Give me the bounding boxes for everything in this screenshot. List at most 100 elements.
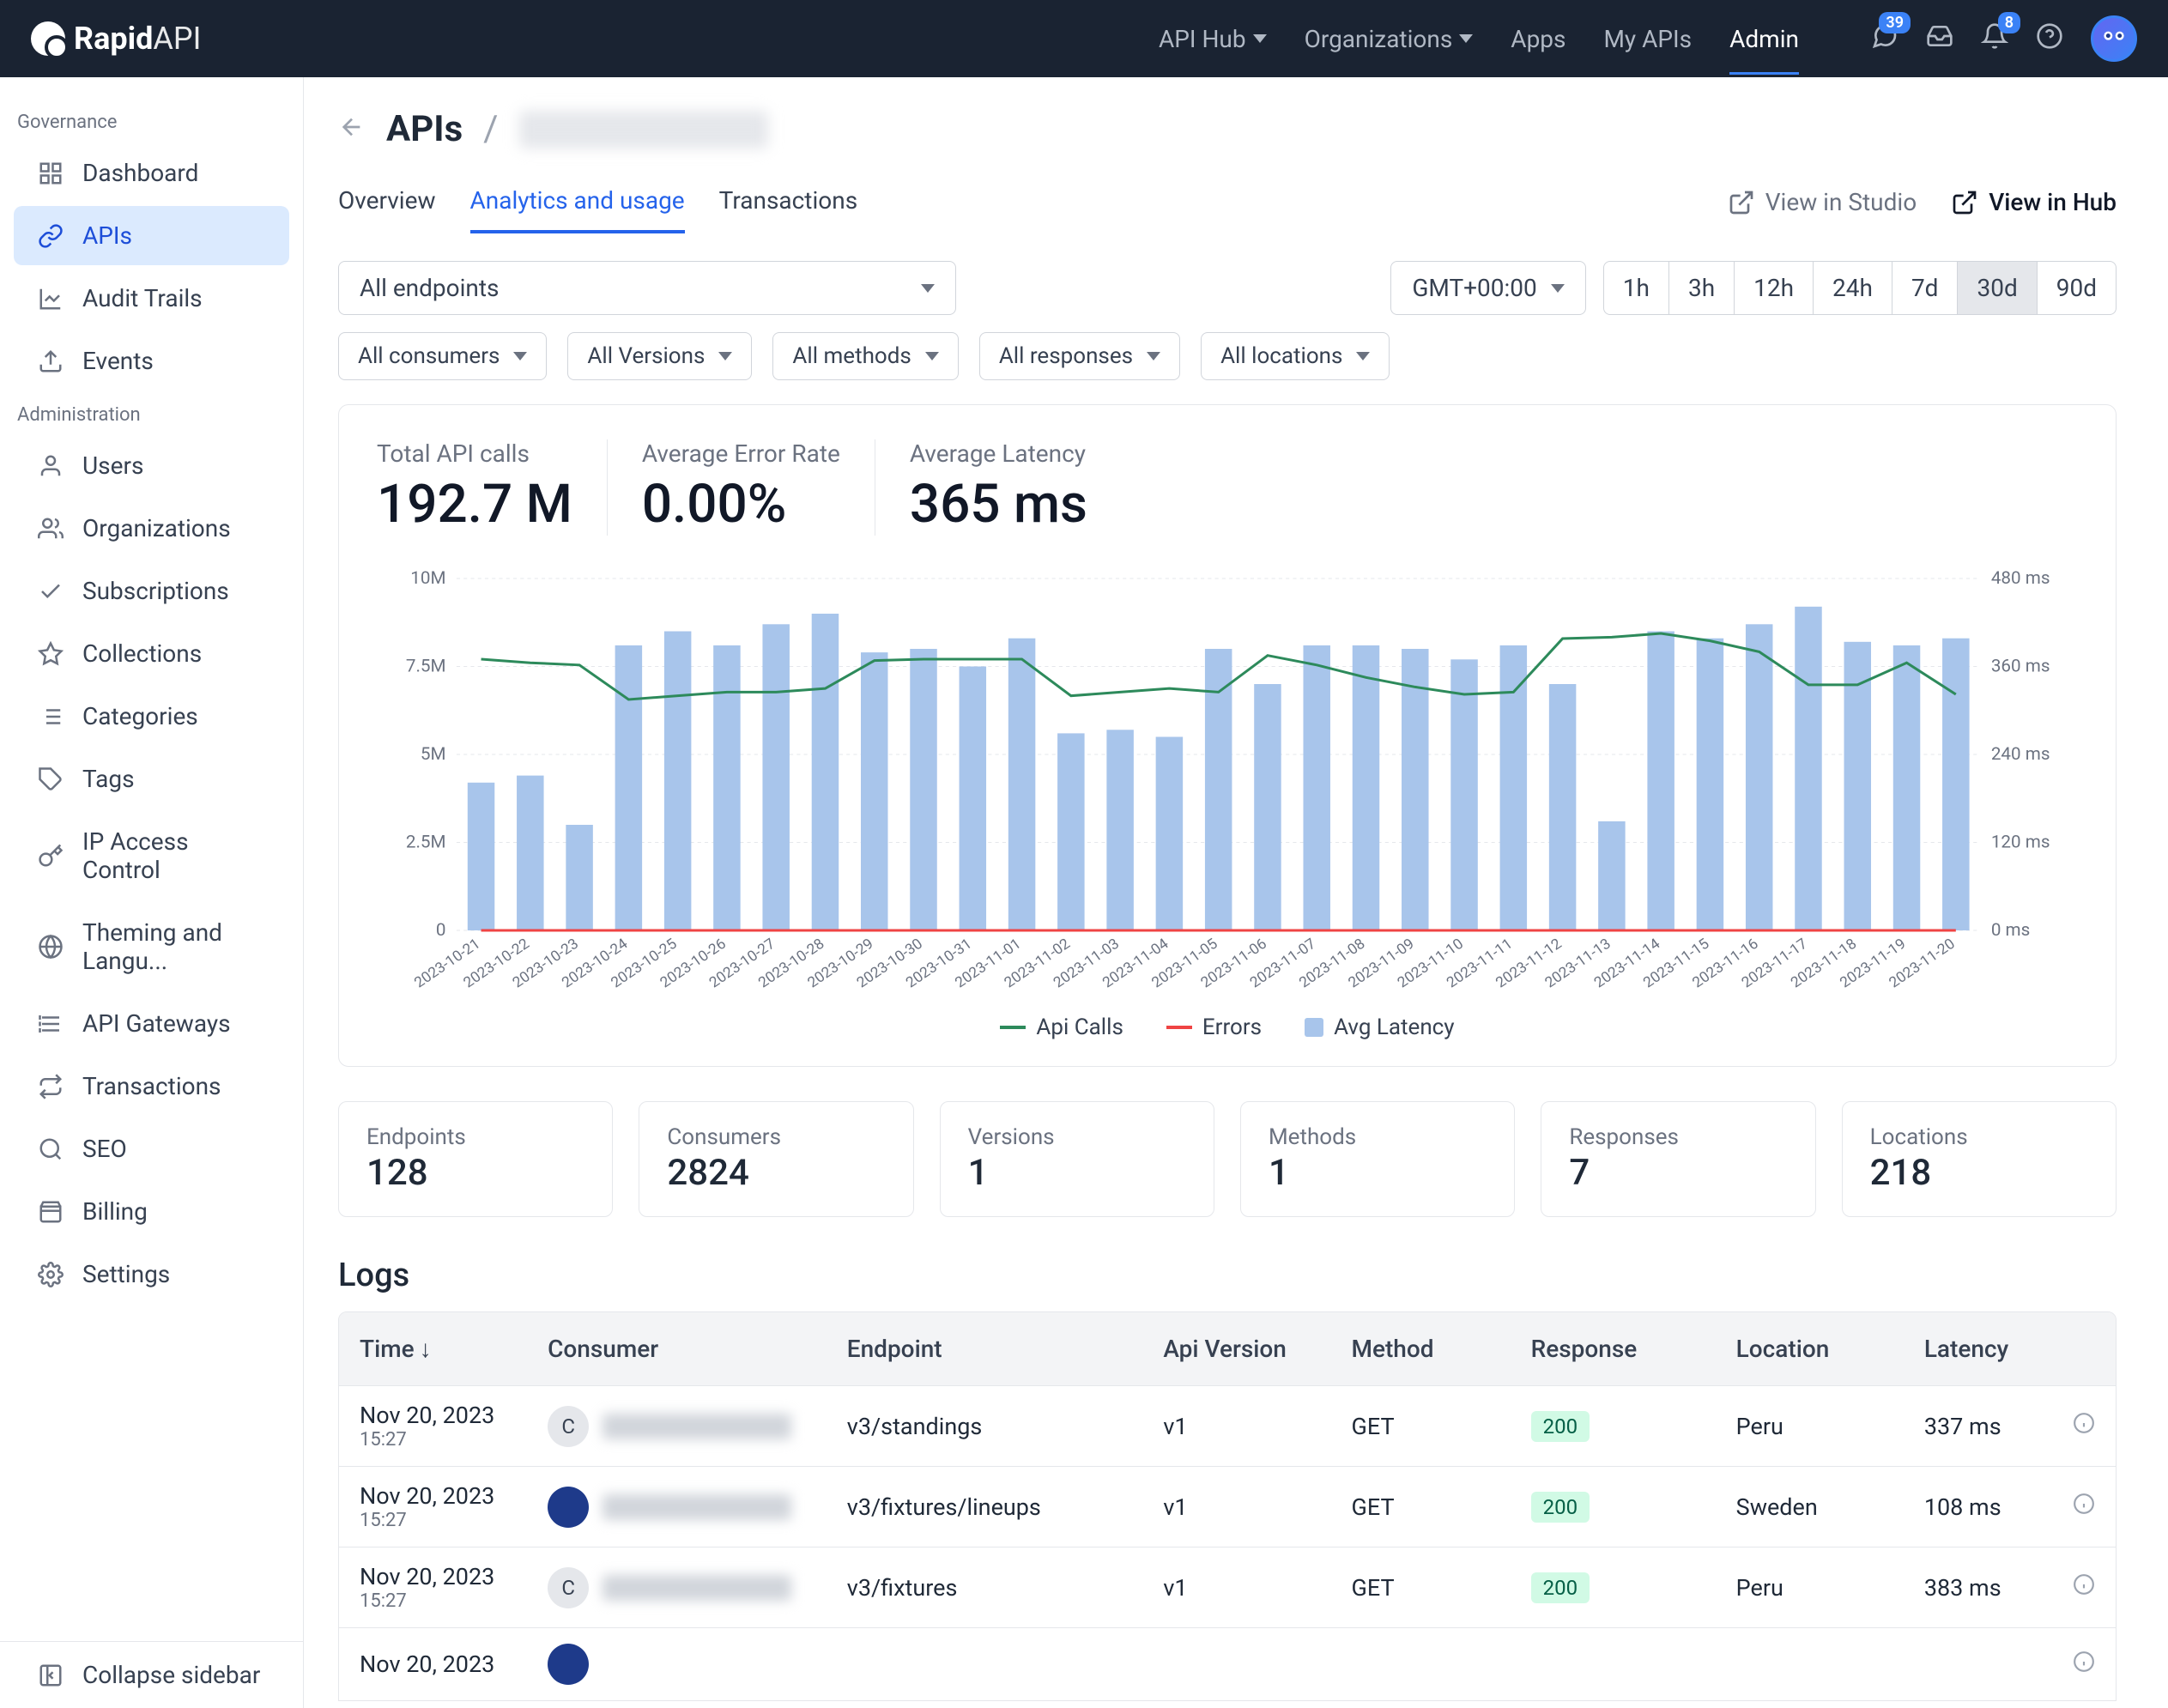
- col-header-response[interactable]: Response: [1531, 1335, 1736, 1363]
- chart-legend: Api Calls Errors Avg Latency: [377, 1015, 2078, 1040]
- logs-title: Logs: [338, 1257, 2117, 1294]
- tab-overview[interactable]: Overview: [338, 171, 436, 233]
- back-arrow-icon[interactable]: [338, 108, 366, 150]
- range-7d[interactable]: 7d: [1892, 262, 1959, 314]
- nav-admin[interactable]: Admin: [1729, 25, 1799, 75]
- range-90d[interactable]: 90d: [2038, 262, 2116, 314]
- inbox-icon[interactable]: [1926, 22, 1953, 56]
- filter-all-locations[interactable]: All locations: [1201, 332, 1390, 380]
- filter-all-versions[interactable]: All Versions: [567, 332, 752, 380]
- range-12h[interactable]: 12h: [1735, 262, 1814, 314]
- time-range-group: 1h3h12h24h7d30d90d: [1603, 261, 2117, 315]
- card-consumers[interactable]: Consumers2824: [639, 1101, 913, 1217]
- col-header-time[interactable]: Time↓: [360, 1335, 548, 1363]
- svg-text:5M: 5M: [421, 743, 446, 764]
- sidebar-item-dashboard[interactable]: Dashboard: [14, 143, 289, 203]
- nav-apps[interactable]: Apps: [1511, 25, 1565, 53]
- svg-text:480 ms: 480 ms: [1991, 570, 2050, 588]
- range-3h[interactable]: 3h: [1669, 262, 1735, 314]
- top-nav: API HubOrganizationsAppsMy APIsAdmin 39 …: [1159, 15, 2137, 62]
- log-row[interactable]: Nov 20, 202315:27 C v3/standings v1 GET …: [339, 1385, 2116, 1466]
- sidebar-item-tags[interactable]: Tags: [14, 749, 289, 809]
- tab-transactions[interactable]: Transactions: [719, 171, 858, 233]
- sidebar-item-api-gateways[interactable]: API Gateways: [14, 994, 289, 1053]
- svg-text:2.5M: 2.5M: [406, 832, 446, 852]
- sidebar-item-audit-trails[interactable]: Audit Trails: [14, 269, 289, 328]
- nav-organizations[interactable]: Organizations: [1305, 25, 1474, 53]
- card-locations[interactable]: Locations218: [1842, 1101, 2117, 1217]
- logs-table: Time↓ConsumerEndpointApi VersionMethodRe…: [338, 1311, 2117, 1701]
- timezone-select[interactable]: GMT+00:00: [1390, 261, 1585, 315]
- analytics-chart: 00 ms2.5M120 ms5M240 ms7.5M360 ms10M480 …: [377, 570, 2078, 1008]
- sidebar-item-users[interactable]: Users: [14, 436, 289, 495]
- sidebar-item-apis[interactable]: APIs: [14, 206, 289, 265]
- range-24h[interactable]: 24h: [1814, 262, 1892, 314]
- chevron-down-icon: [1551, 284, 1565, 293]
- svg-text:7.5M: 7.5M: [406, 656, 446, 676]
- metric-average-error-rate: Average Error Rate0.00%: [608, 439, 875, 536]
- sidebar-item-seo[interactable]: SEO: [14, 1119, 289, 1178]
- logo-text-light: API: [153, 21, 201, 57]
- analytics-panel: Total API calls192.7 MAverage Error Rate…: [338, 404, 2117, 1067]
- sidebar-item-transactions[interactable]: Transactions: [14, 1057, 289, 1116]
- filter-all-methods[interactable]: All methods: [772, 332, 958, 380]
- svg-text:0: 0: [436, 919, 446, 940]
- svg-text:240 ms: 240 ms: [1991, 743, 2050, 764]
- card-methods[interactable]: Methods1: [1240, 1101, 1515, 1217]
- tabs: Overview Analytics and usage Transactions: [338, 171, 857, 233]
- svg-text:10M: 10M: [410, 570, 445, 588]
- col-header-consumer[interactable]: Consumer: [548, 1335, 847, 1363]
- sidebar: Governance DashboardAPIsAudit TrailsEven…: [0, 77, 304, 1708]
- metric-average-latency: Average Latency365 ms: [875, 439, 1122, 536]
- log-row[interactable]: Nov 20, 2023: [339, 1627, 2116, 1700]
- col-header-latency[interactable]: Latency: [1924, 1335, 2052, 1363]
- filter-all-responses[interactable]: All responses: [979, 332, 1180, 380]
- log-row[interactable]: Nov 20, 202315:27 v3/fixtures/lineups v1…: [339, 1466, 2116, 1547]
- log-row[interactable]: Nov 20, 202315:27 C v3/fixtures v1 GET 2…: [339, 1547, 2116, 1627]
- sidebar-item-collections[interactable]: Collections: [14, 624, 289, 683]
- sidebar-item-settings[interactable]: Settings: [14, 1245, 289, 1304]
- card-endpoints[interactable]: Endpoints128: [338, 1101, 613, 1217]
- help-icon[interactable]: [2036, 22, 2063, 56]
- filter-all-consumers[interactable]: All consumers: [338, 332, 547, 380]
- sidebar-item-ip-access-control[interactable]: IP Access Control: [14, 812, 289, 899]
- col-header-location[interactable]: Location: [1736, 1335, 1924, 1363]
- nav-my-apis[interactable]: My APIs: [1603, 25, 1692, 53]
- breadcrumb: APIs /: [338, 108, 2117, 150]
- nav-icons: 39 8: [1871, 15, 2137, 62]
- card-responses[interactable]: Responses7: [1541, 1101, 1815, 1217]
- user-avatar[interactable]: [2091, 15, 2137, 62]
- svg-text:360 ms: 360 ms: [1991, 656, 2050, 676]
- endpoints-filter[interactable]: All endpoints: [338, 261, 956, 315]
- logo[interactable]: RapidAPI: [31, 21, 201, 57]
- top-header: RapidAPI API Hub Organizations Apps My APIs…: [0, 0, 2168, 77]
- messages-icon[interactable]: 39: [1871, 22, 1899, 56]
- collapse-sidebar-button[interactable]: Collapse sidebar: [14, 1645, 289, 1705]
- sidebar-item-categories[interactable]: Categories: [14, 687, 289, 746]
- sidebar-item-events[interactable]: Events: [14, 331, 289, 391]
- sidebar-item-theming-and-langu-[interactable]: Theming and Langu...: [14, 903, 289, 990]
- sidebar-item-organizations[interactable]: Organizations: [14, 499, 289, 558]
- main-content: APIs / Overview Analytics and usage Transa…: [304, 77, 2168, 1708]
- logo-text-bold: Rapid: [74, 21, 153, 57]
- collapse-label: Collapse sidebar: [82, 1661, 260, 1689]
- nav-api-hub[interactable]: API Hub: [1159, 25, 1267, 53]
- view-in-studio-link[interactable]: View in Studio: [1728, 188, 1917, 216]
- sidebar-item-subscriptions[interactable]: Subscriptions: [14, 561, 289, 621]
- col-header-method[interactable]: Method: [1351, 1335, 1530, 1363]
- svg-text:120 ms: 120 ms: [1991, 832, 2050, 852]
- metric-total-api-calls: Total API calls192.7 M: [377, 439, 608, 536]
- col-header-api-version[interactable]: Api Version: [1163, 1335, 1351, 1363]
- range-1h[interactable]: 1h: [1604, 262, 1669, 314]
- bell-icon[interactable]: 8: [1981, 22, 2008, 56]
- card-versions[interactable]: Versions1: [940, 1101, 1214, 1217]
- view-in-hub-link[interactable]: View in Hub: [1951, 188, 2117, 216]
- breadcrumb-sep: /: [483, 108, 498, 150]
- range-30d[interactable]: 30d: [1958, 262, 2037, 314]
- sidebar-section-governance: Governance: [0, 101, 303, 140]
- breadcrumb-apis[interactable]: APIs: [386, 108, 463, 150]
- tab-analytics-and-usage[interactable]: Analytics and usage: [470, 171, 685, 233]
- logo-mark-icon: [31, 21, 65, 56]
- sidebar-item-billing[interactable]: Billing: [14, 1182, 289, 1241]
- col-header-endpoint[interactable]: Endpoint: [847, 1335, 1164, 1363]
